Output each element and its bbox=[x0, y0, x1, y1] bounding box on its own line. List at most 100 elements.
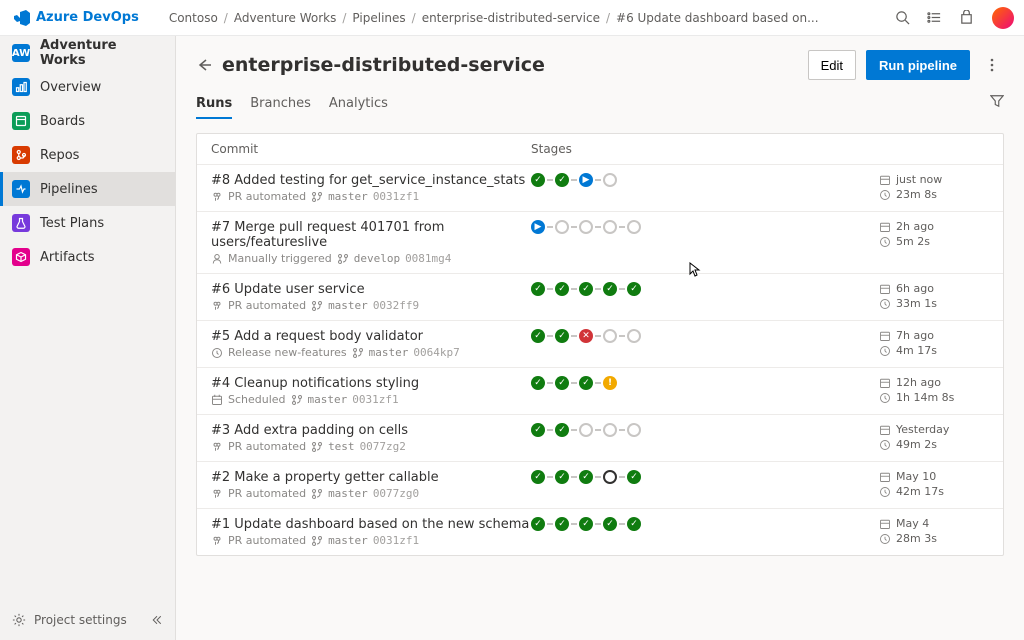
stage-running-icon: ▶ bbox=[531, 220, 545, 234]
run-row[interactable]: #2 Make a property getter callable PR au… bbox=[197, 461, 1003, 508]
stages: ✓ ✓ ✕ ⊘ bbox=[531, 329, 879, 343]
stage-skipped-icon: ⊘ bbox=[603, 329, 617, 343]
breadcrumb-item[interactable]: #6 Update dashboard based on... bbox=[616, 11, 819, 25]
run-duration: 33m 1s bbox=[896, 297, 937, 310]
run-meta: Release new-features master 0064kp7 bbox=[211, 346, 531, 359]
stage-success-icon: ✓ bbox=[531, 329, 545, 343]
stages: ✓✓✓✓✓ bbox=[531, 282, 879, 296]
trigger-icon bbox=[211, 535, 223, 547]
run-row[interactable]: #1 Update dashboard based on the new sch… bbox=[197, 508, 1003, 555]
tab-runs[interactable]: Runs bbox=[196, 90, 232, 119]
run-when: 7h ago bbox=[896, 329, 934, 342]
breadcrumb-item[interactable]: Adventure Works bbox=[234, 11, 337, 25]
run-row[interactable]: #5 Add a request body validator Release … bbox=[197, 320, 1003, 367]
stages: ✓✓✓✓✓ bbox=[531, 517, 879, 531]
run-title: #2 Make a property getter callable bbox=[211, 470, 531, 485]
sidebar-project[interactable]: AW Adventure Works bbox=[0, 36, 175, 70]
nav-icon bbox=[12, 248, 30, 266]
run-meta: Scheduled master 0031zf1 bbox=[211, 393, 531, 406]
run-title: #4 Cleanup notifications styling bbox=[211, 376, 531, 391]
list-icon[interactable] bbox=[922, 6, 946, 30]
run-title: #8 Added testing for get_service_instanc… bbox=[211, 173, 531, 188]
stage-success-icon: ✓ bbox=[555, 282, 569, 296]
calendar-icon bbox=[879, 471, 891, 483]
stage-success-icon: ✓ bbox=[531, 173, 545, 187]
stage-success-icon: ✓ bbox=[603, 517, 617, 531]
stage-running-icon: ▶ bbox=[579, 173, 593, 187]
collapse-icon[interactable] bbox=[151, 614, 163, 626]
trigger-icon bbox=[211, 191, 223, 203]
column-commit: Commit bbox=[211, 142, 531, 156]
user-avatar[interactable] bbox=[992, 7, 1014, 29]
brand-logo[interactable]: Azure DevOps bbox=[14, 10, 139, 26]
branch-icon bbox=[352, 347, 364, 359]
calendar-icon bbox=[879, 283, 891, 295]
stage-success-icon: ✓ bbox=[531, 470, 545, 484]
run-row[interactable]: #3 Add extra padding on cells PR automat… bbox=[197, 414, 1003, 461]
runs-table: Commit Stages #8 Added testing for get_s… bbox=[196, 133, 1004, 556]
stages: ✓✓✓›✓ bbox=[531, 470, 879, 484]
stage-success-icon: ✓ bbox=[555, 329, 569, 343]
stage-success-icon: ✓ bbox=[555, 173, 569, 187]
breadcrumb-item[interactable]: Pipelines bbox=[352, 11, 405, 25]
sidebar-item-pipelines[interactable]: Pipelines bbox=[0, 172, 175, 206]
run-duration: 28m 3s bbox=[896, 532, 937, 545]
stage-pending-icon bbox=[603, 423, 617, 437]
more-actions-icon[interactable] bbox=[980, 50, 1004, 80]
sidebar-item-test-plans[interactable]: Test Plans bbox=[0, 206, 175, 240]
run-when: 12h ago bbox=[896, 376, 941, 389]
clock-icon bbox=[879, 486, 891, 498]
run-meta: PR automated master 0032ff9 bbox=[211, 299, 531, 312]
trigger-icon bbox=[211, 441, 223, 453]
back-arrow-icon[interactable] bbox=[196, 57, 212, 73]
page-title: enterprise-distributed-service bbox=[222, 54, 798, 76]
stage-pending-icon bbox=[603, 220, 617, 234]
run-row[interactable]: #8 Added testing for get_service_instanc… bbox=[197, 164, 1003, 211]
run-duration: 5m 2s bbox=[896, 235, 930, 248]
stage-pending-icon bbox=[627, 423, 641, 437]
stage-failed-icon: ✕ bbox=[579, 329, 593, 343]
search-icon[interactable] bbox=[890, 6, 914, 30]
tab-analytics[interactable]: Analytics bbox=[329, 90, 388, 119]
edit-button[interactable]: Edit bbox=[808, 50, 856, 80]
filter-icon[interactable] bbox=[990, 94, 1004, 108]
project-settings-link[interactable]: Project settings bbox=[0, 600, 175, 640]
azure-devops-icon bbox=[14, 10, 30, 26]
stage-pending-icon bbox=[603, 173, 617, 187]
stages: ▶ bbox=[531, 220, 879, 234]
sidebar-item-overview[interactable]: Overview bbox=[0, 70, 175, 104]
stages: ✓ ✓ ▶ bbox=[531, 173, 879, 187]
branch-icon bbox=[337, 253, 349, 265]
run-meta: PR automated master 0031zf1 bbox=[211, 190, 531, 203]
shopping-icon[interactable] bbox=[954, 6, 978, 30]
sidebar-item-artifacts[interactable]: Artifacts bbox=[0, 240, 175, 274]
stage-success-icon: ✓ bbox=[531, 423, 545, 437]
run-pipeline-button[interactable]: Run pipeline bbox=[866, 50, 970, 80]
sidebar-item-repos[interactable]: Repos bbox=[0, 138, 175, 172]
tab-branches[interactable]: Branches bbox=[250, 90, 311, 119]
breadcrumb: Contoso/Adventure Works/Pipelines/enterp… bbox=[169, 11, 819, 25]
breadcrumb-item[interactable]: Contoso bbox=[169, 11, 218, 25]
run-when: May 4 bbox=[896, 517, 929, 530]
branch-icon bbox=[311, 535, 323, 547]
nav-icon bbox=[12, 146, 30, 164]
run-duration: 1h 14m 8s bbox=[896, 391, 954, 404]
run-when: May 10 bbox=[896, 470, 936, 483]
run-title: #5 Add a request body validator bbox=[211, 329, 531, 344]
calendar-icon bbox=[879, 174, 891, 186]
breadcrumb-item[interactable]: enterprise-distributed-service bbox=[422, 11, 600, 25]
calendar-icon bbox=[879, 330, 891, 342]
run-title: #6 Update user service bbox=[211, 282, 531, 297]
calendar-icon bbox=[879, 221, 891, 233]
run-row[interactable]: #7 Merge pull request 401701 from users/… bbox=[197, 211, 1003, 273]
stage-skipped-icon: ⊘ bbox=[579, 423, 593, 437]
stages: ✓✓✓! bbox=[531, 376, 879, 390]
run-row[interactable]: #6 Update user service PR automated mast… bbox=[197, 273, 1003, 320]
run-title: #7 Merge pull request 401701 from users/… bbox=[211, 220, 531, 250]
run-title: #1 Update dashboard based on the new sch… bbox=[211, 517, 531, 532]
stage-success-icon: ✓ bbox=[603, 282, 617, 296]
sidebar-item-boards[interactable]: Boards bbox=[0, 104, 175, 138]
run-duration: 23m 8s bbox=[896, 188, 937, 201]
run-row[interactable]: #4 Cleanup notifications styling Schedul… bbox=[197, 367, 1003, 414]
clock-icon bbox=[879, 345, 891, 357]
